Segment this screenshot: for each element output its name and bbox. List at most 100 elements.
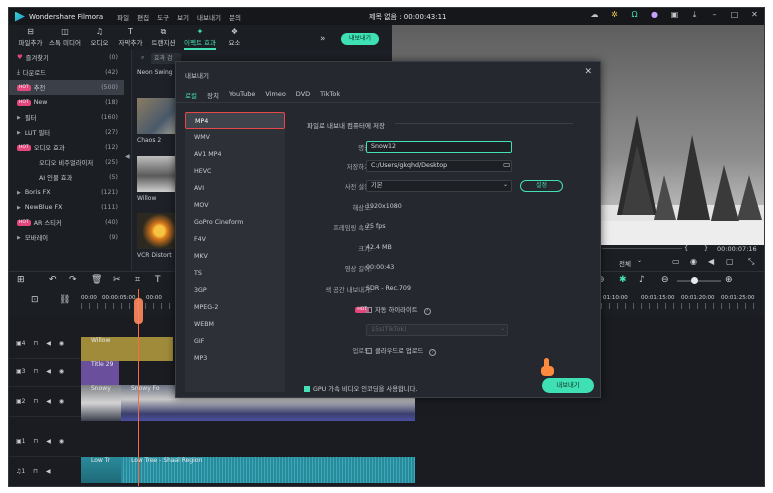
mic-icon[interactable]: ♪	[639, 275, 645, 285]
format-gopro[interactable]: GoPro Cineform	[185, 214, 285, 231]
maximize-icon[interactable]: □	[729, 10, 740, 20]
lib-item-recommended[interactable]: HOT 추천 (500)	[9, 80, 124, 95]
fullscreen-icon[interactable]: ▢	[726, 257, 734, 266]
lib-item-lut[interactable]: ▶ LUT 필터 (27)	[9, 125, 124, 140]
format-mpeg2[interactable]: MPEG-2	[185, 299, 285, 316]
zoom-in-icon[interactable]: ⊕	[725, 275, 733, 285]
menu-edit[interactable]: 편집	[137, 12, 149, 22]
zoom-out-icon[interactable]: ⊖	[661, 275, 669, 285]
save-path-input[interactable]: C:/Users/gkqhd/Desktop	[366, 160, 512, 172]
tool-titles[interactable]: T 자막추가	[115, 27, 146, 50]
monitor-icon[interactable]: ▭	[672, 257, 680, 266]
lib-item-boris[interactable]: ▶ Boris FX (121)	[9, 185, 124, 200]
menu-file[interactable]: 파일	[117, 12, 129, 22]
minimize-icon[interactable]: –	[709, 10, 720, 20]
zoom-slider-handle[interactable]	[691, 277, 698, 284]
highlight-checkbox[interactable]	[366, 307, 372, 313]
tool-transitions[interactable]: ⧉ 트랜지션	[146, 27, 181, 50]
undo-icon[interactable]: ↶	[49, 275, 57, 285]
close-window-icon[interactable]: ✕	[749, 10, 760, 20]
lib-item-audio-effects[interactable]: HOT 오디오 효과 (12)	[9, 140, 124, 155]
export-button[interactable]: 내보내기	[542, 378, 594, 393]
folder-icon[interactable]: ▭	[503, 160, 511, 169]
expand-chevron-icon[interactable]: »	[320, 34, 326, 44]
clip-video-1[interactable]: Snowy	[81, 385, 121, 421]
preview-scrubber[interactable]	[602, 248, 682, 249]
snapshot-icon[interactable]: ◉	[690, 257, 697, 266]
speaker-icon[interactable]: ◀	[46, 468, 51, 475]
clip-title[interactable]: Title 29	[81, 361, 119, 385]
gpu-checkbox[interactable]	[304, 386, 310, 392]
library-collapse[interactable]: ◀	[124, 50, 132, 270]
tab-local[interactable]: 로컬	[185, 90, 197, 100]
name-input[interactable]: Snow12	[366, 141, 512, 153]
lib-item-ai-portrait[interactable]: AI 인물 효과 (5)	[9, 170, 124, 185]
lib-item-mosaic[interactable]: ▶ 모바레이 (9)	[9, 230, 124, 245]
chevron-down-icon[interactable]: ⌄	[500, 325, 505, 332]
menu-view[interactable]: 보기	[177, 12, 189, 22]
format-mkv[interactable]: MKV	[185, 248, 285, 265]
lib-item-new[interactable]: HOT New (18)	[9, 95, 124, 110]
format-mp3[interactable]: MP3	[185, 350, 285, 367]
eye-icon[interactable]: ◉	[59, 438, 64, 445]
speaker-icon[interactable]: ◀	[46, 340, 51, 347]
mark-in-icon[interactable]: {	[684, 244, 688, 252]
tab-youtube[interactable]: YouTube	[229, 90, 255, 100]
format-ts[interactable]: TS	[185, 265, 285, 282]
eye-icon[interactable]: ◉	[59, 368, 64, 375]
speaker-icon[interactable]: ◀	[46, 438, 51, 445]
speaker-icon[interactable]: ◀	[46, 368, 51, 375]
format-webm[interactable]: WEBM	[185, 316, 285, 333]
tool-stock-media[interactable]: ◫ 스톡 미디어	[46, 27, 84, 50]
tab-tiktok[interactable]: TikTok	[320, 90, 340, 100]
preset-select[interactable]: 기본	[366, 180, 512, 192]
delete-icon[interactable]: 🗑	[91, 275, 102, 285]
tab-dvd[interactable]: DVD	[296, 90, 310, 100]
text-icon[interactable]: T	[155, 275, 161, 285]
menu-help[interactable]: 문의	[229, 12, 241, 22]
zoom-slider[interactable]	[677, 277, 721, 284]
speaker-icon[interactable]: ◀	[46, 398, 51, 405]
help-icon[interactable]: ?	[429, 349, 437, 356]
quality-select[interactable]: 전체	[619, 258, 631, 268]
tool-elements[interactable]: ❖ 요소	[219, 27, 250, 50]
playhead-marker[interactable]	[134, 298, 143, 324]
ai-icon[interactable]: ✱	[619, 275, 627, 285]
tab-vimeo[interactable]: Vimeo	[265, 90, 285, 100]
format-wmv[interactable]: WMV	[185, 129, 285, 146]
cloud-icon[interactable]: ☁	[589, 10, 600, 20]
lock-icon[interactable]: ⊓	[34, 340, 39, 347]
help-icon[interactable]: ?	[423, 308, 431, 315]
avatar-icon[interactable]: ●	[649, 10, 660, 20]
format-f4v[interactable]: F4V	[185, 231, 285, 248]
settings-button[interactable]: 설정	[520, 180, 563, 192]
lock-icon[interactable]: ⊓	[34, 368, 39, 375]
format-3gp[interactable]: 3GP	[185, 282, 285, 299]
menu-export[interactable]: 내보내기	[197, 12, 221, 22]
lock-icon[interactable]: ⊓	[34, 438, 39, 445]
lib-item-visualizer[interactable]: 오디오 비주얼라이저 (25)	[9, 155, 124, 170]
volume-icon[interactable]: ◀	[708, 257, 714, 266]
lib-item-downloads[interactable]: ⤓ 다운로드 (42)	[9, 65, 124, 80]
mark-out-icon[interactable]: }	[704, 244, 708, 252]
save-icon[interactable]: ▣	[669, 10, 680, 20]
headset-icon[interactable]: Ω	[629, 10, 640, 20]
upload-checkbox[interactable]	[366, 348, 372, 354]
lib-item-favorites[interactable]: ♥ 즐겨찾기 (0)	[9, 50, 124, 65]
format-gif[interactable]: GIF	[185, 333, 285, 350]
format-hevc[interactable]: HEVC	[185, 163, 285, 180]
redo-icon[interactable]: ↷	[69, 275, 77, 285]
clip-audio-2[interactable]: Low Tree - Shaal Region	[121, 457, 415, 483]
lock-icon[interactable]: ⊓	[33, 468, 38, 475]
eye-icon[interactable]: ◉	[59, 340, 64, 347]
format-mov[interactable]: MOV	[185, 197, 285, 214]
chevron-down-icon[interactable]: ⌄	[637, 257, 642, 264]
clip-willow[interactable]: Willow	[81, 337, 173, 361]
lib-item-ar-stickers[interactable]: HOT AR 스티커 (40)	[9, 215, 124, 230]
tool-effects[interactable]: ✦ 이펙트 효과	[181, 27, 219, 50]
add-track-icon[interactable]: ⊡	[31, 295, 39, 305]
sun-icon[interactable]: ✲	[609, 10, 620, 20]
tab-device[interactable]: 장치	[207, 90, 219, 100]
highlight-duration-select[interactable]: 15s(TikTok)	[366, 324, 508, 336]
cut-icon[interactable]: ✂	[113, 275, 121, 285]
